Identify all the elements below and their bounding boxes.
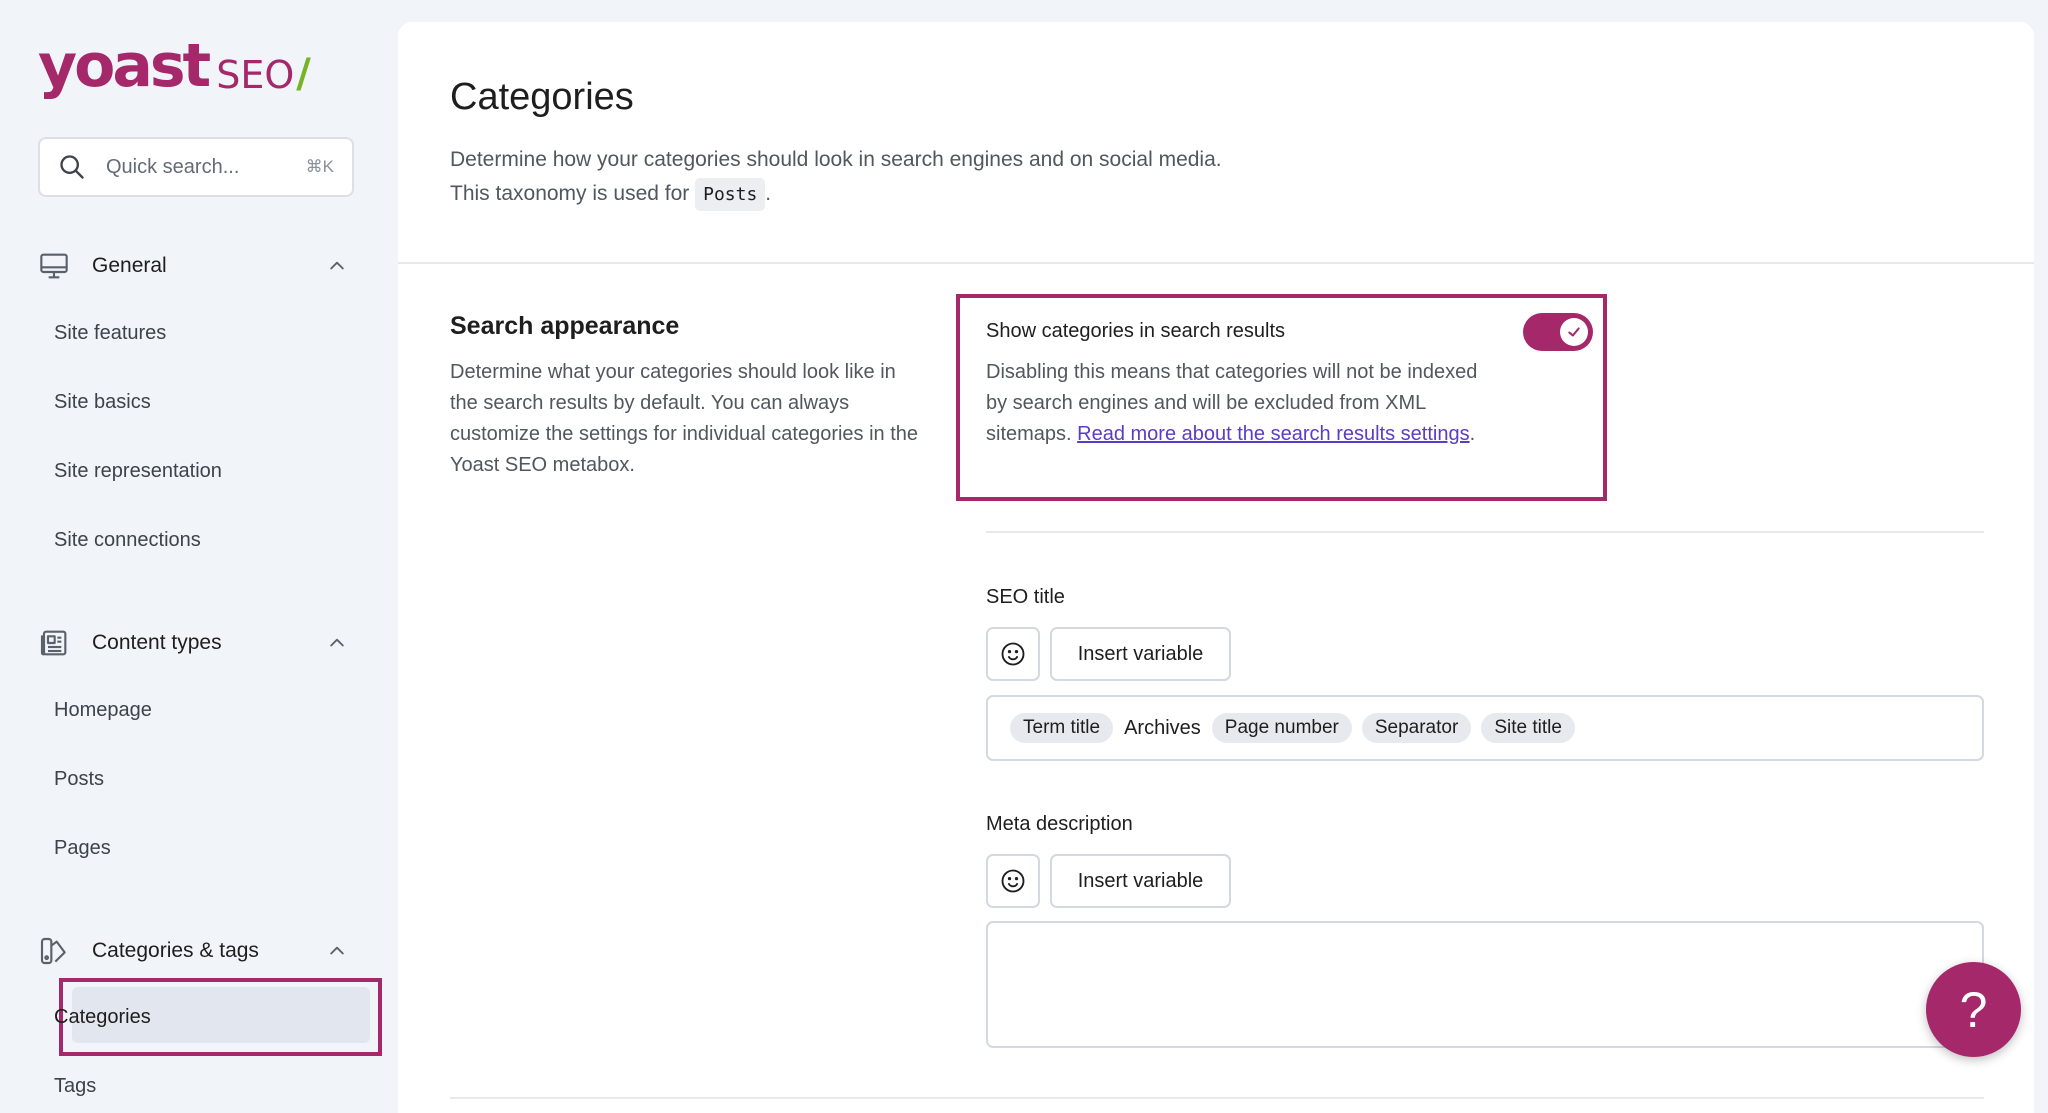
seo-title-tokens: Term title Archives Page number Separato… [988, 697, 1982, 759]
sidebar-item-site-connections[interactable]: Site connections [54, 528, 201, 552]
nav-group-label: Categories & tags [92, 939, 259, 962]
nav-group-categories-tags-header[interactable]: Categories & tags [38, 931, 358, 971]
page-description-line2: This taxonomy is used for Posts. [450, 177, 1450, 212]
smiley-icon [1001, 869, 1025, 893]
search-shortcut: ⌘K [305, 157, 334, 176]
content-types-icon [38, 627, 70, 659]
nav-group-general: General [38, 246, 358, 286]
divider [450, 1097, 1984, 1099]
section-description: Determine what your categories should lo… [450, 361, 919, 476]
nav-group-label: General [92, 254, 167, 277]
nav-group-content-types-header[interactable]: Content types [38, 623, 358, 663]
taxonomy-prefix: This taxonomy is used for [450, 182, 690, 205]
chevron-up-icon[interactable] [326, 255, 348, 277]
seo-title-input[interactable]: Term title Archives Page number Separato… [986, 695, 1984, 761]
toggle-setting-description: Disabling this means that categories wil… [986, 357, 1486, 450]
chevron-up-icon[interactable] [326, 632, 348, 654]
page-description-line1: Determine how your categories should loo… [450, 148, 1222, 171]
nav-group-label: Content types [92, 631, 222, 654]
seo-title-insert-variable-button[interactable]: Insert variable [1050, 627, 1231, 681]
taxonomy-post-type-code: Posts [695, 178, 766, 211]
meta-description-emoji-button[interactable] [986, 854, 1040, 908]
meta-description-input[interactable] [986, 921, 1984, 1048]
sidebar-item-pages[interactable]: Pages [54, 836, 111, 860]
check-icon [1568, 327, 1580, 337]
variable-pill-term-title[interactable]: Term title [1010, 713, 1114, 743]
seo-title-emoji-button[interactable] [986, 627, 1040, 681]
variable-pill-page-number[interactable]: Page number [1211, 713, 1352, 743]
sidebar-item-categories[interactable]: Categories [54, 1005, 151, 1029]
toggle-setting-suffix: . [1469, 423, 1476, 445]
section-title: Search appearance [450, 312, 680, 340]
main-content-card: Categories Determine how your categories… [398, 22, 2034, 1113]
categories-tags-icon [38, 935, 70, 967]
seo-title-label: SEO title [986, 586, 1065, 608]
nav-group-categories-tags: Categories & tags [38, 931, 358, 971]
variable-pill-site-title[interactable]: Site title [1481, 713, 1575, 743]
logo-seo-text: SEO [216, 53, 295, 97]
toggle-setting-label: Show categories in search results [986, 320, 1286, 342]
taxonomy-suffix: . [765, 182, 772, 205]
smiley-icon [1001, 642, 1025, 666]
quick-search-input[interactable]: Quick search... ⌘K [38, 137, 354, 197]
seo-title-plain-text: Archives [1124, 716, 1201, 739]
sidebar-item-tags[interactable]: Tags [54, 1074, 96, 1098]
sidebar-item-posts[interactable]: Posts [54, 767, 104, 791]
yoast-seo-logo[interactable]: yoast SEO / [38, 20, 311, 96]
variable-pill-separator[interactable]: Separator [1361, 713, 1472, 743]
sidebar-item-site-basics[interactable]: Site basics [54, 390, 151, 414]
page-title: Categories [450, 76, 634, 118]
search-icon [60, 155, 84, 179]
page-description: Determine how your categories should loo… [450, 143, 1450, 212]
desktop-icon [38, 250, 70, 282]
toggle-knob [1560, 318, 1588, 346]
show-in-search-results-toggle[interactable] [1523, 313, 1593, 351]
help-button[interactable]: ? [1926, 962, 2021, 1057]
nav-group-general-header[interactable]: General [38, 246, 358, 286]
divider [986, 531, 1984, 533]
divider [398, 262, 2034, 264]
search-placeholder: Quick search... [106, 155, 240, 178]
logo-wordmark: yoast [38, 31, 211, 101]
meta-description-label: Meta description [986, 813, 1133, 835]
sidebar: yoast SEO / Quick search... ⌘K General S… [0, 0, 398, 1113]
meta-description-insert-variable-button[interactable]: Insert variable [1050, 854, 1231, 908]
sidebar-item-site-features[interactable]: Site features [54, 321, 166, 345]
nav-group-content-types: Content types [38, 623, 358, 663]
read-more-link[interactable]: Read more about the search results setti… [1077, 423, 1469, 445]
sidebar-item-site-representation[interactable]: Site representation [54, 459, 222, 483]
logo-slash: / [296, 51, 311, 97]
sidebar-item-homepage[interactable]: Homepage [54, 698, 152, 722]
chevron-up-icon[interactable] [326, 940, 348, 962]
